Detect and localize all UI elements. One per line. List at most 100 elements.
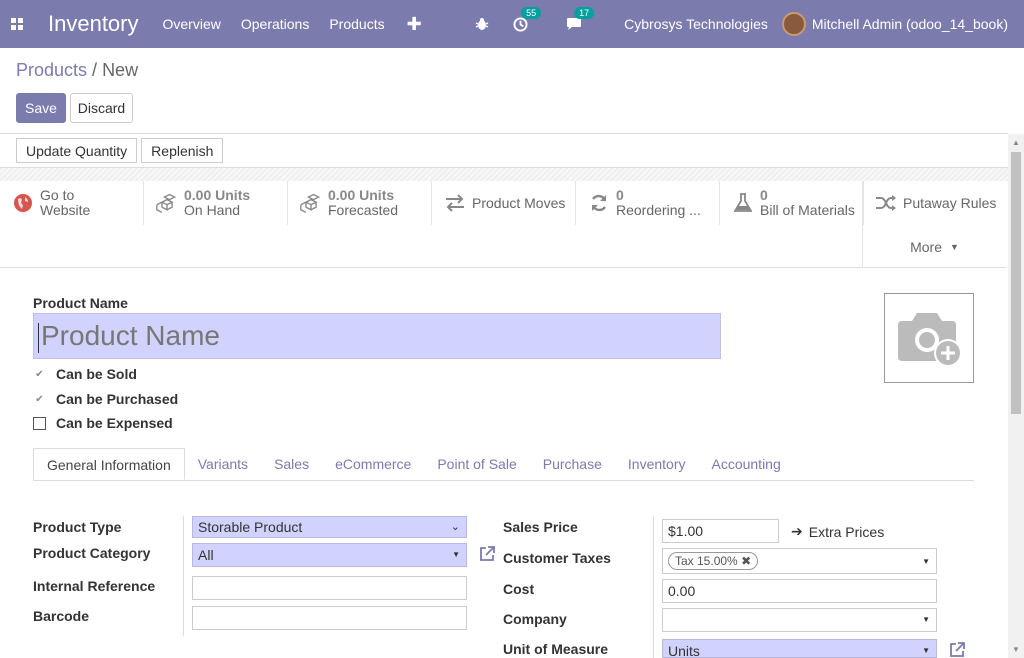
messages-badge: 17 xyxy=(574,7,595,19)
company-switcher[interactable]: Cybrosys Technologies xyxy=(610,16,782,32)
bom-label: Bill of Materials xyxy=(760,202,855,218)
globe-icon xyxy=(0,193,34,213)
internal-reference-input[interactable] xyxy=(192,576,467,600)
website-line1: Go to xyxy=(40,187,75,203)
unit-of-measure-input[interactable]: Units ▼ xyxy=(662,639,937,658)
sales-price-input[interactable]: $1.00 xyxy=(662,519,779,543)
breadcrumb-separator: / xyxy=(87,60,103,80)
update-quantity-button[interactable]: Update Quantity xyxy=(16,138,138,163)
forecasted-label: Forecasted xyxy=(328,202,399,218)
cubes-forecast-icon xyxy=(288,192,322,214)
product-moves-label: Product Moves xyxy=(472,194,566,211)
plus-menu-icon[interactable]: ✚ xyxy=(395,14,434,35)
remove-tag-icon[interactable]: ✖ xyxy=(741,554,751,568)
tab-variants[interactable]: Variants xyxy=(185,448,261,480)
control-panel-divider xyxy=(0,133,1008,134)
menu-products[interactable]: Products xyxy=(319,16,394,32)
arrow-right-icon: ➔ xyxy=(791,523,803,539)
on-hand-value: 0.00 Units xyxy=(184,187,251,203)
scrollbar-thumb[interactable] xyxy=(1011,152,1021,414)
user-avatar xyxy=(781,12,806,36)
can-be-purchased-label: Can be Purchased xyxy=(56,391,179,407)
more-smart-buttons-dropdown[interactable]: More ▼ xyxy=(862,225,1006,268)
tax-tag: Tax 15.00% ✖ xyxy=(668,552,759,570)
uom-value: Units xyxy=(668,643,700,658)
external-link-icon[interactable] xyxy=(478,545,496,568)
form-statusbar: Update Quantity Replenish xyxy=(16,138,224,163)
scroll-down-arrow-icon[interactable]: ▼ xyxy=(1012,645,1020,654)
company-input[interactable]: ▼ xyxy=(662,608,937,632)
checkmark-icon: ✔ xyxy=(35,393,44,405)
product-type-value: Storable Product xyxy=(198,519,303,535)
apps-menu-button[interactable] xyxy=(0,0,34,48)
product-image-upload[interactable] xyxy=(884,293,974,383)
tab-sales[interactable]: Sales xyxy=(261,448,322,480)
tab-accounting[interactable]: Accounting xyxy=(698,448,793,480)
barcode-label: Barcode xyxy=(33,608,90,624)
uom-external-link-icon[interactable] xyxy=(948,641,966,658)
cost-value: 0.00 xyxy=(668,583,696,599)
extra-prices-label: Extra Prices xyxy=(808,523,885,540)
user-name: Mitchell Admin (odoo_14_book) xyxy=(811,16,1008,32)
select-chevron-icon: ⌄ xyxy=(450,521,460,533)
tab-inventory[interactable]: Inventory xyxy=(615,448,699,480)
tab-purchase[interactable]: Purchase xyxy=(530,448,615,480)
forecasted-value: 0.00 Units xyxy=(328,187,395,203)
save-button[interactable]: Save xyxy=(16,93,66,123)
can-be-sold-label: Can be Sold xyxy=(56,366,137,382)
cubes-icon xyxy=(144,192,178,214)
tab-point-of-sale[interactable]: Point of Sale xyxy=(424,448,529,480)
discard-button[interactable]: Discard xyxy=(70,93,133,123)
product-type-select[interactable]: Storable Product ⌄ xyxy=(192,516,467,538)
reordering-rules-button[interactable]: 0 Reordering ... xyxy=(576,181,720,225)
can-be-sold-checkbox[interactable]: ✔ Can be Sold xyxy=(33,366,137,382)
customer-taxes-input[interactable]: Tax 15.00% ✖ ▼ xyxy=(662,548,937,574)
empty-checkbox-icon xyxy=(33,416,46,430)
top-navbar: Inventory Overview Operations Products ✚… xyxy=(0,0,1024,48)
scroll-up-arrow-icon[interactable]: ▲ xyxy=(1012,138,1020,147)
messages-chat-icon[interactable]: 17 xyxy=(558,7,595,31)
putaway-rules-button[interactable]: Putaway Rules xyxy=(862,181,1006,225)
product-type-label: Product Type xyxy=(33,519,122,535)
bill-of-materials-button[interactable]: 0 Bill of Materials xyxy=(720,181,864,225)
form-notebook-tabs: General Information Variants Sales eComm… xyxy=(33,448,974,481)
tab-ecommerce[interactable]: eCommerce xyxy=(322,448,424,480)
vertical-scrollbar[interactable]: ▲ ▼ xyxy=(1008,134,1024,658)
cost-input[interactable]: 0.00 xyxy=(662,579,937,603)
breadcrumb-products[interactable]: Products xyxy=(16,60,87,80)
camera-add-icon xyxy=(898,313,962,367)
sales-price-value: $1.00 xyxy=(668,523,704,539)
reordering-value: 0 xyxy=(616,187,624,203)
can-be-expensed-label: Can be Expensed xyxy=(56,415,173,431)
on-hand-button[interactable]: 0.00 Units On Hand xyxy=(144,181,288,225)
debug-bug-icon[interactable] xyxy=(467,17,497,31)
on-hand-label: On Hand xyxy=(184,202,241,218)
breadcrumb: Products / New xyxy=(16,60,138,81)
menu-overview[interactable]: Overview xyxy=(153,16,231,32)
caret-down-icon: ▼ xyxy=(949,241,959,252)
bom-value: 0 xyxy=(760,187,768,203)
sales-price-label: Sales Price xyxy=(503,519,578,535)
replenish-button[interactable]: Replenish xyxy=(141,138,224,163)
app-name[interactable]: Inventory xyxy=(34,11,153,37)
breadcrumb-current: New xyxy=(102,60,139,80)
customer-taxes-label: Customer Taxes xyxy=(503,550,611,566)
can-be-purchased-checkbox[interactable]: ✔ Can be Purchased xyxy=(33,391,178,407)
go-to-website-button[interactable]: Go to Website xyxy=(0,181,144,225)
website-line2: Website xyxy=(40,202,91,218)
can-be-expensed-checkbox[interactable]: Can be Expensed xyxy=(33,415,173,431)
caret-down-icon: ▼ xyxy=(922,615,930,624)
user-menu[interactable]: Mitchell Admin (odoo_14_book) xyxy=(781,12,1024,36)
forecasted-button[interactable]: 0.00 Units Forecasted xyxy=(288,181,432,225)
product-category-input[interactable]: All ▼ xyxy=(192,543,467,567)
internal-reference-label: Internal Reference xyxy=(33,578,156,594)
text-cursor xyxy=(38,322,39,353)
activity-clock-icon[interactable]: 55 xyxy=(505,6,542,32)
product-name-input[interactable]: Product Name xyxy=(33,313,721,359)
product-category-label: Product Category xyxy=(33,545,151,561)
extra-prices-button[interactable]: ➔ Extra Prices xyxy=(791,523,884,540)
product-moves-button[interactable]: Product Moves xyxy=(432,181,576,225)
barcode-input[interactable] xyxy=(192,606,467,630)
tab-general-information[interactable]: General Information xyxy=(33,448,185,480)
menu-operations[interactable]: Operations xyxy=(231,16,319,32)
